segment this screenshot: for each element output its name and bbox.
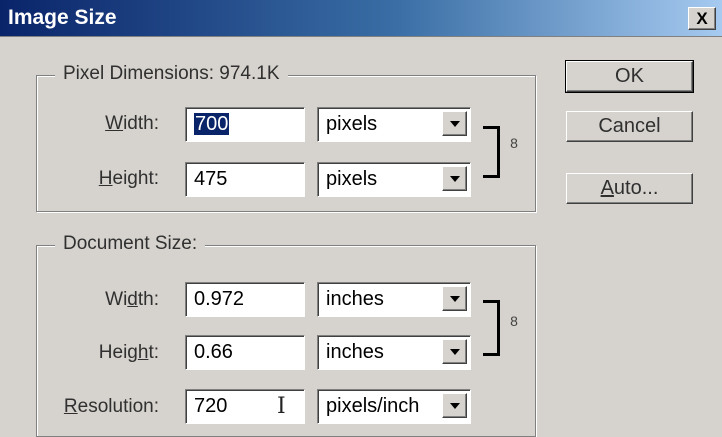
chevron-down-icon[interactable] — [442, 111, 467, 136]
pixel-height-unit-select[interactable]: pixels — [317, 162, 471, 197]
chain-link-icon: 8 — [510, 135, 518, 151]
window-title: Image Size — [8, 6, 117, 29]
pixel-dimensions-title: Pixel Dimensions: 974.1K — [55, 63, 288, 85]
pixel-height-label: Height: — [98, 168, 159, 189]
doc-width-value: 0.972 — [194, 288, 245, 310]
doc-height-label: Height: — [98, 342, 159, 363]
title-bar: Image Size X — [0, 0, 722, 37]
chain-link-icon: 8 — [510, 313, 518, 329]
doc-height-unit-value: inches — [326, 341, 384, 363]
pixel-height-value: 475 — [194, 168, 228, 190]
text-cursor-icon: I — [277, 394, 286, 419]
pixel-height-input[interactable]: 475 — [185, 162, 305, 197]
doc-width-input[interactable]: 0.972 — [185, 282, 305, 317]
doc-height-input[interactable]: 0.66 — [185, 335, 305, 370]
pixel-width-input[interactable]: 700 — [185, 107, 305, 142]
document-size-group: Document Size: Width: 0.972 inches Heigh… — [36, 233, 536, 437]
pixel-width-value: 700 — [194, 113, 230, 135]
resolution-unit-value: pixels/inch — [326, 395, 420, 417]
doc-width-unit-value: inches — [326, 288, 384, 310]
chevron-down-icon[interactable] — [442, 339, 467, 364]
chevron-down-icon[interactable] — [442, 393, 467, 418]
pixel-width-unit-value: pixels — [326, 113, 378, 135]
pixel-width-label: Width: — [105, 113, 159, 134]
document-size-title: Document Size: — [55, 233, 206, 255]
doc-height-unit-select[interactable]: inches — [317, 335, 471, 370]
close-icon: X — [696, 9, 708, 28]
resolution-unit-select[interactable]: pixels/inch — [317, 389, 471, 424]
ok-button[interactable]: OK — [565, 60, 694, 93]
doc-width-unit-select[interactable]: inches — [317, 282, 471, 317]
cancel-button[interactable]: Cancel — [566, 111, 693, 142]
chevron-down-icon[interactable] — [442, 166, 467, 191]
pixel-dimensions-group: Pixel Dimensions: 974.1K Width: 700 pixe… — [36, 63, 536, 212]
pixel-width-unit-select[interactable]: pixels — [317, 107, 471, 142]
doc-width-label: Width: — [105, 289, 159, 310]
auto-button[interactable]: Auto... — [566, 173, 693, 204]
resolution-label: Resolution: — [63, 396, 159, 417]
close-button[interactable]: X — [688, 7, 716, 30]
chevron-down-icon[interactable] — [442, 286, 467, 311]
resolution-value: 720 — [194, 395, 228, 417]
constrain-proportions-bracket — [483, 300, 500, 356]
pixel-height-unit-value: pixels — [326, 168, 378, 190]
doc-height-value: 0.66 — [194, 341, 233, 363]
constrain-proportions-bracket — [483, 126, 500, 178]
resolution-input[interactable]: 720 — [185, 389, 305, 424]
